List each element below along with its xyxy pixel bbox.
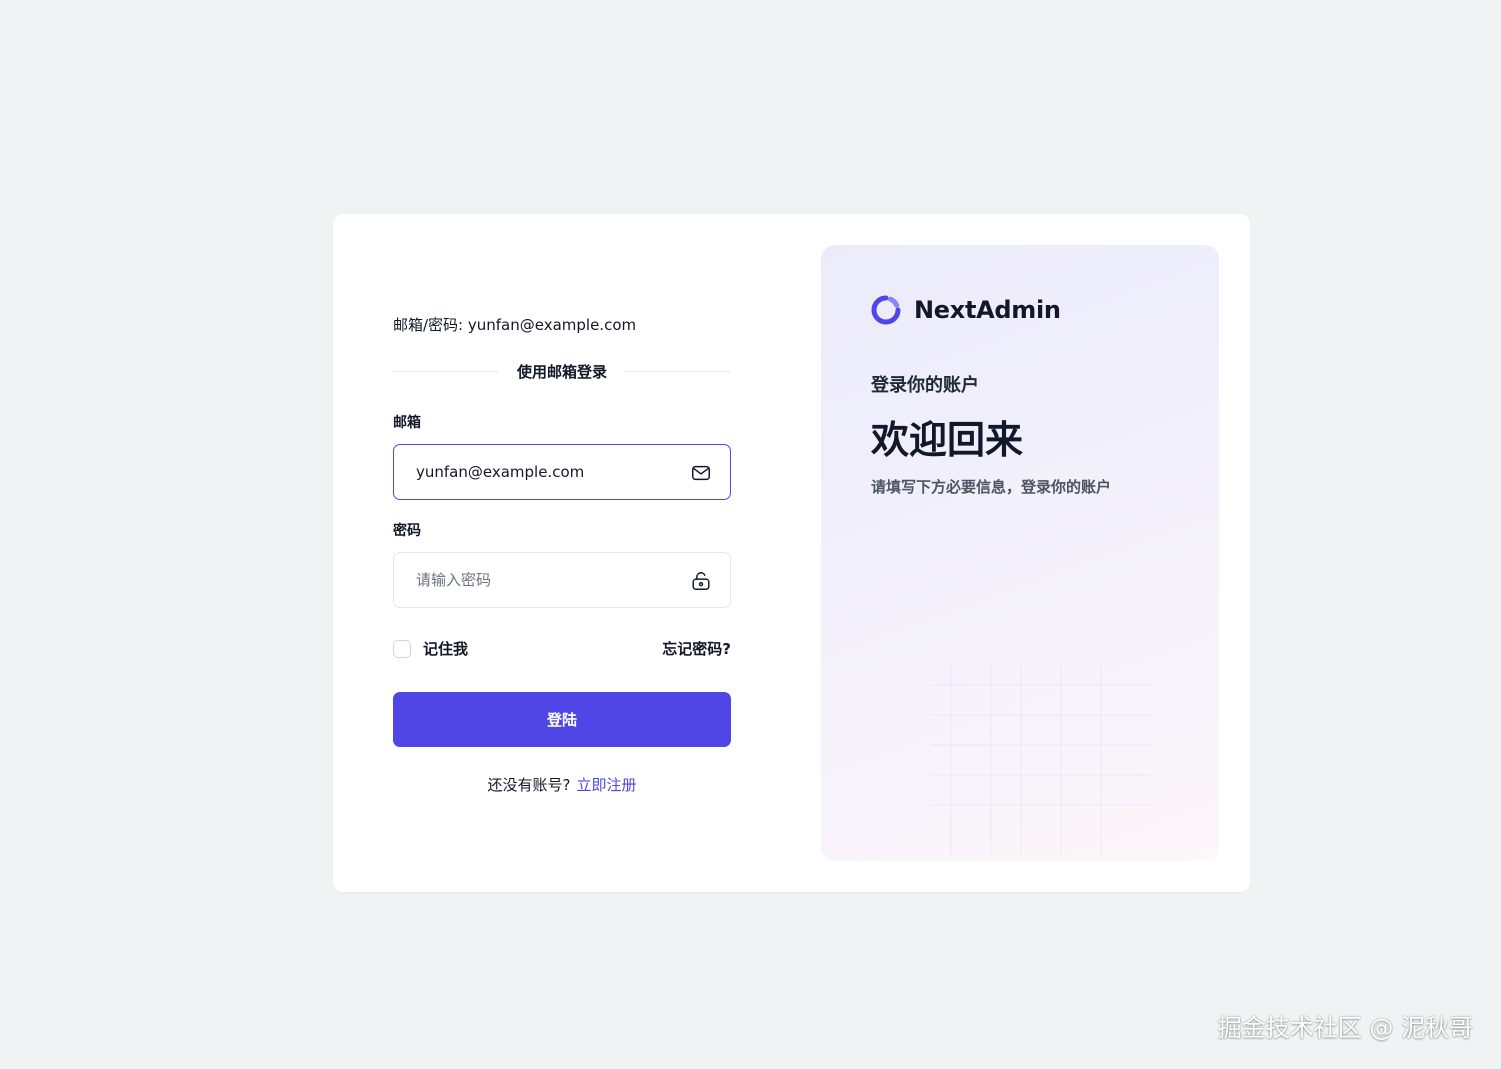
panel-subtitle: 登录你的账户 [871,375,979,396]
brand-panel: NextAdmin 登录你的账户 欢迎回来 请填写下方必要信息，登录你的账户 [821,245,1219,861]
logo-ring-icon [871,295,901,325]
signup-link[interactable]: 立即注册 [576,776,636,794]
remember-me: 记住我 [393,638,468,659]
forgot-password-link[interactable]: 忘记密码? [662,638,731,659]
password-field-wrapper [393,552,731,608]
login-button[interactable]: 登陆 [393,692,731,747]
password-field[interactable] [416,553,686,607]
mail-icon [692,465,710,481]
signup-prompt-text: 还没有账号? [487,776,571,794]
login-card: 邮箱/密码: yunfan@example.com 使用邮箱登录 邮箱 密码 [333,214,1250,892]
panel-description: 请填写下方必要信息，登录你的账户 [871,478,1112,496]
decorative-grid [931,665,1151,855]
unlock-icon[interactable] [690,570,712,592]
email-label: 邮箱 [393,415,421,431]
password-label: 密码 [393,523,421,539]
panel-title: 欢迎回来 [871,418,1024,462]
login-method-divider: 使用邮箱登录 [393,360,731,382]
signup-prompt: 还没有账号? 立即注册 [393,774,731,795]
brand-logo: NextAdmin [870,294,1061,326]
watermark: 掘金技术社区 @ 泥秋哥 [1217,1014,1473,1042]
credentials-hint: 邮箱/密码: yunfan@example.com [393,316,637,334]
email-field[interactable] [416,445,686,499]
remember-label[interactable]: 记住我 [423,638,468,659]
email-field-wrapper [393,444,731,500]
remember-checkbox[interactable] [393,639,411,658]
brand-name: NextAdmin [914,296,1061,324]
divider-line-right [625,371,731,372]
